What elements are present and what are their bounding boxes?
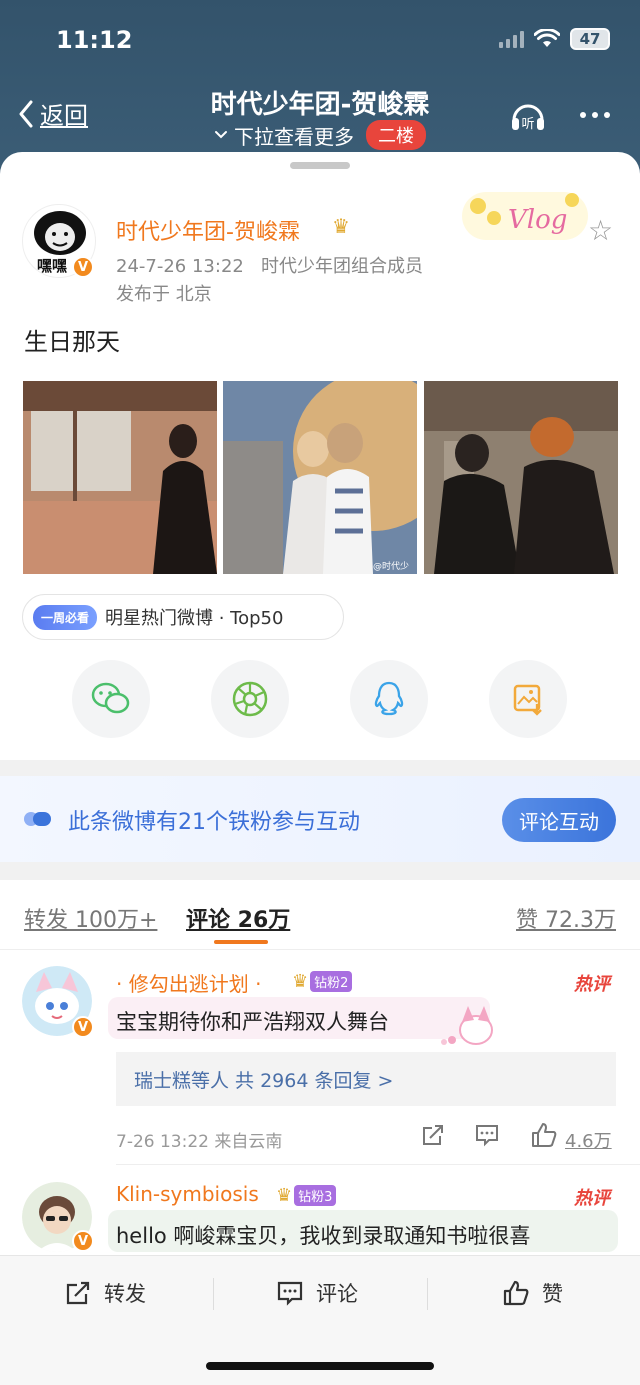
comment-text: 宝宝期待你和严浩翔双人舞台 bbox=[116, 1010, 389, 1034]
crown-badge-icon[interactable]: ♛ bbox=[332, 214, 350, 238]
tab-repost[interactable]: 转发 100万+ bbox=[24, 902, 157, 934]
hot-ranking-label: 明星热门微博 · Top50 bbox=[105, 608, 284, 629]
commenter-name[interactable]: · 修勾出逃计划 · bbox=[116, 968, 261, 997]
commenter-name[interactable]: Klin-symbiosis bbox=[116, 1182, 259, 1206]
more-icon[interactable] bbox=[580, 112, 610, 118]
post-date: 24-7-26 13:22 bbox=[116, 256, 244, 277]
tab-comment[interactable]: 评论 26万 bbox=[186, 902, 290, 934]
iron-fans-banner: 此条微博有21个铁粉参与互动 评论互动 bbox=[0, 776, 640, 862]
repost-label: 转发 bbox=[104, 1282, 146, 1306]
cellular-signal-icon bbox=[499, 30, 524, 48]
repost-comment-icon[interactable] bbox=[420, 1122, 446, 1148]
post-text: 生日那天 bbox=[24, 328, 120, 356]
qq-icon bbox=[374, 681, 404, 716]
svg-text:听: 听 bbox=[521, 117, 534, 132]
thumbs-up-icon bbox=[503, 1280, 529, 1306]
save-image-button[interactable] bbox=[489, 660, 567, 738]
chevron-down-icon bbox=[215, 131, 227, 139]
post-photo-2[interactable]: @时代少 bbox=[223, 381, 417, 574]
fan-level-badge: ♛ 钻粉3 bbox=[276, 1184, 337, 1206]
second-floor-badge[interactable]: 二楼 bbox=[366, 120, 426, 150]
vlog-text: Vlog bbox=[508, 205, 567, 235]
battery-indicator: 47 bbox=[570, 28, 610, 50]
interaction-tabs: 转发 100万+ 评论 26万 赞 72.3万 bbox=[0, 880, 640, 950]
verified-badge-icon: V bbox=[72, 1230, 94, 1252]
avatar-caption: 嘿嘿 bbox=[37, 257, 68, 275]
like-button[interactable]: 赞 bbox=[502, 1278, 563, 1308]
hot-comment-label: 热评 bbox=[574, 974, 610, 995]
home-indicator[interactable] bbox=[206, 1362, 434, 1370]
wechat-icon bbox=[91, 682, 130, 714]
comment-text: hello 啊峻霖宝贝，我收到录取通知书啦很喜 bbox=[116, 1224, 531, 1248]
view-replies-link[interactable]: 瑞士糕等人 共 2964 条回复 > bbox=[116, 1052, 616, 1106]
hot-ranking-tag[interactable]: 一周必看 明星热门微博 · Top50 bbox=[22, 594, 344, 640]
tab-like[interactable]: 赞 72.3万 bbox=[516, 902, 616, 934]
save-image-icon bbox=[513, 684, 542, 716]
active-tab-indicator bbox=[214, 940, 268, 944]
listen-icon[interactable]: 听 bbox=[508, 96, 548, 136]
hot-comment-label: 热评 bbox=[574, 1188, 610, 1209]
section-gap-2 bbox=[0, 862, 640, 880]
fan-level-text: 钻粉2 bbox=[310, 970, 353, 992]
status-time: 11:12 bbox=[56, 26, 133, 54]
share-moments-button[interactable] bbox=[211, 660, 289, 738]
weekly-must-see-pill: 一周必看 bbox=[33, 604, 98, 630]
comment-label: 评论 bbox=[316, 1282, 358, 1306]
fan-crown-icon: ♛ bbox=[292, 970, 309, 992]
drag-handle[interactable] bbox=[290, 162, 350, 169]
author-name[interactable]: 时代少年团-贺峻霖 bbox=[116, 214, 300, 246]
photo-watermark: @时代少 bbox=[373, 560, 409, 572]
reply-comment-icon[interactable] bbox=[474, 1122, 500, 1148]
section-gap bbox=[0, 760, 640, 776]
verified-badge-icon: V bbox=[72, 256, 94, 278]
status-icons: 47 bbox=[499, 28, 610, 50]
bottom-action-bar: 转发 评论 赞 bbox=[0, 1255, 640, 1385]
comment-like-count[interactable]: 4.6万 bbox=[565, 1127, 612, 1153]
bar-separator bbox=[427, 1278, 428, 1310]
post-photo-1[interactable] bbox=[23, 381, 217, 574]
post-photo-3[interactable] bbox=[424, 381, 618, 574]
post-detail-sheet: 嘿嘿 V 时代少年团-贺峻霖 ♛ 24-7-26 13:22 时代少年团组合成员… bbox=[0, 152, 640, 1385]
share-qq-button[interactable] bbox=[350, 660, 428, 738]
post-location: 发布于 北京 bbox=[116, 284, 212, 305]
vlog-sticker-icon: Vlog bbox=[462, 192, 588, 240]
post-meta: 24-7-26 13:22 时代少年团组合成员 bbox=[116, 252, 423, 278]
comment-button[interactable]: 评论 bbox=[276, 1278, 358, 1308]
share-wechat-button[interactable] bbox=[72, 660, 150, 738]
comment-time: 7-26 13:22 来自云南 bbox=[116, 1132, 283, 1152]
pull-down-label: 下拉查看更多 bbox=[234, 124, 354, 149]
melody-sticker-icon bbox=[441, 1006, 493, 1045]
iron-fans-text: 此条微博有21个铁粉参与互动 bbox=[68, 810, 360, 835]
fan-level-text: 钻粉3 bbox=[294, 1184, 337, 1206]
iron-fans-icon bbox=[24, 812, 51, 826]
verified-badge-icon: V bbox=[72, 1016, 94, 1038]
repost-button[interactable]: 转发 bbox=[64, 1278, 146, 1308]
favorite-star-icon[interactable]: ☆ bbox=[588, 214, 613, 247]
fan-crown-icon: ♛ bbox=[276, 1184, 293, 1206]
like-comment-icon[interactable] bbox=[530, 1122, 558, 1148]
wifi-icon bbox=[534, 29, 560, 47]
top-navigation: 11:12 47 返回 时代少年团-贺峻霖 下拉查看更多 二楼 听 bbox=[0, 0, 640, 170]
comment-interact-button[interactable]: 评论互动 bbox=[502, 798, 616, 842]
comment-divider bbox=[116, 1164, 640, 1165]
fan-level-badge: ♛ 钻粉2 bbox=[292, 970, 353, 992]
bar-separator bbox=[213, 1278, 214, 1310]
moments-icon bbox=[232, 681, 268, 717]
comment-icon bbox=[277, 1281, 303, 1306]
repost-icon bbox=[66, 1281, 90, 1305]
like-label: 赞 bbox=[542, 1282, 563, 1306]
author-description: 时代少年团组合成员 bbox=[261, 256, 424, 277]
